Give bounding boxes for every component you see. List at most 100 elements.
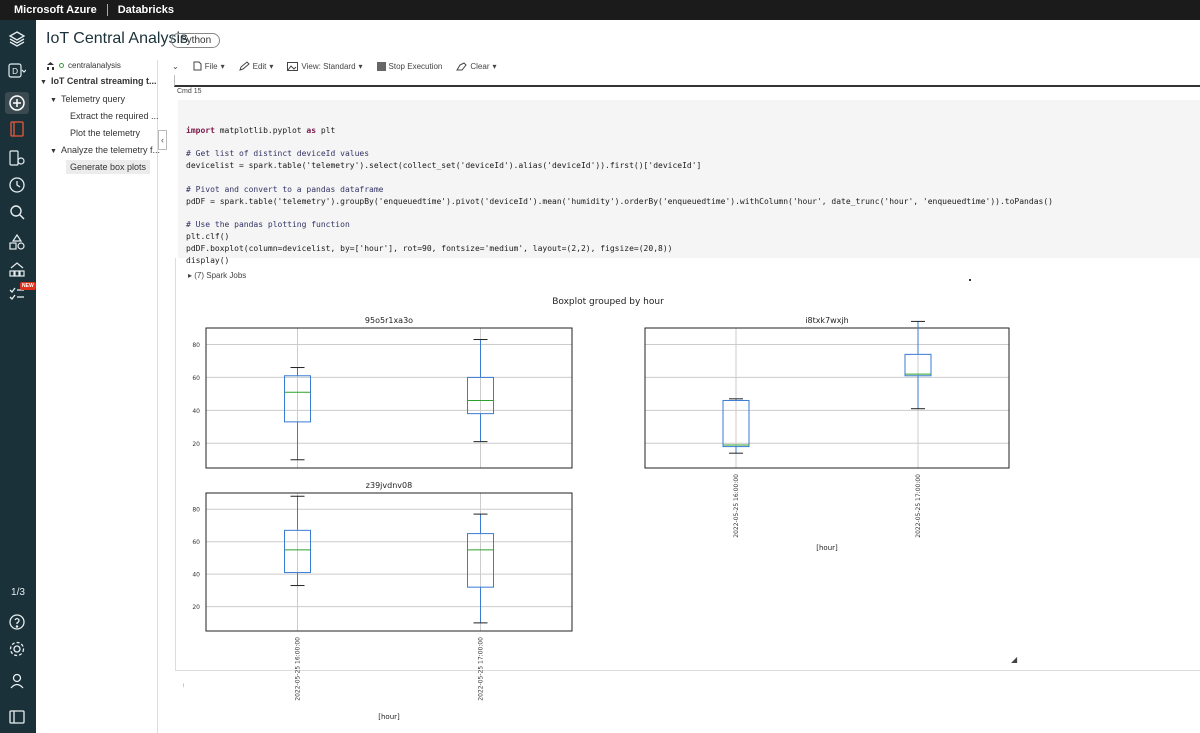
cluster-dropdown[interactable]: ⌄ <box>172 62 179 71</box>
x-tick-label: 2022-05-25 17:00:00 <box>478 637 485 701</box>
toc-item-label: Analyze the telemetry f... <box>60 145 160 155</box>
subplot-frame <box>205 327 573 469</box>
create-icon[interactable] <box>5 92 29 114</box>
subplot-title: i8txk7wxjh <box>805 316 848 325</box>
expand-arrow-icon: ▼ <box>50 97 57 104</box>
language-badge[interactable]: Python <box>171 33 221 48</box>
subplot-frame <box>644 327 1010 469</box>
new-badge: NEW <box>20 282 36 290</box>
code-comment: # Pivot and convert to a pandas datafram… <box>186 184 384 194</box>
code-line: plt.clf() <box>186 231 230 241</box>
toc-item-label: Generate box plots <box>70 162 147 172</box>
stray-dot <box>969 279 971 281</box>
notebook-toolbar: ⌄ File ▾ Edit ▾ View: Standard ▾ Stop Execu… <box>172 58 497 74</box>
product-label[interactable]: Databricks <box>118 4 174 16</box>
y-tick-label: 40 <box>192 572 200 579</box>
y-tick-label: 60 <box>192 539 200 546</box>
image-icon <box>287 61 299 71</box>
x-tick-label: 2022-05-25 16:00:00 <box>295 637 302 701</box>
stop-execution-label: Stop Execution <box>388 61 443 71</box>
settings-icon[interactable] <box>5 638 29 660</box>
x-axis-label: [hour] <box>378 713 400 721</box>
svg-text:D: D <box>12 67 18 76</box>
code-line: devicelist = spark.table('telemetry').se… <box>186 161 702 171</box>
brand-label[interactable]: Microsoft Azure <box>14 4 97 16</box>
edit-menu[interactable]: Edit ▾ <box>238 61 274 71</box>
top-bar: Microsoft Azure Databricks <box>0 0 1200 20</box>
toc-item-label: Plot the telemetry <box>70 128 141 138</box>
file-icon <box>193 61 202 71</box>
spark-jobs-toggle[interactable]: ▸ (7) Spark Jobs <box>188 271 246 280</box>
code-line: import matplotlib.pyplot as plt <box>186 125 336 135</box>
boxplot-figure: Boxplot grouped by hour 95o5r1xa3o 20 40 60… <box>192 297 1010 721</box>
code-keyword: as <box>306 125 317 135</box>
y-tick-label: 40 <box>192 408 200 415</box>
collapse-toc-handle[interactable]: ‹ <box>158 130 167 150</box>
expand-arrow-icon: ▼ <box>40 79 47 86</box>
toc-item-plot[interactable]: Plot the telemetry <box>70 128 140 138</box>
workspace-switcher-icon[interactable]: D <box>5 60 29 82</box>
clear-menu[interactable]: Clear ▾ <box>456 61 497 71</box>
x-tick-label: 2022-05-25 17:00:00 <box>915 474 922 538</box>
code-comment: # Use the pandas plotting function <box>186 220 350 230</box>
clock-icon[interactable] <box>5 174 29 196</box>
left-rail: D NEW 1/3 <box>0 20 36 733</box>
file-menu-label: File <box>204 61 218 71</box>
page-count: 1/3 <box>11 587 25 598</box>
cluster-name: centralanalysis <box>68 61 121 70</box>
search-icon[interactable] <box>5 201 29 223</box>
code-comment: # Get list of distinct deviceId values <box>186 149 370 159</box>
eraser-icon <box>456 61 468 70</box>
data-icon[interactable] <box>5 147 29 169</box>
code-line: pdDF = spark.table('telemetry').groupBy(… <box>186 196 1053 206</box>
y-tick-label: 60 <box>192 375 200 382</box>
notebook-icon[interactable] <box>5 118 29 140</box>
file-menu[interactable]: File ▾ <box>193 61 225 71</box>
toc-item-streaming[interactable]: ▼ IoT Central streaming t... <box>40 76 156 86</box>
code-keyword: import <box>186 125 215 135</box>
subplot-title: 95o5r1xa3o <box>365 316 413 325</box>
x-tick-label: 2022-05-25 16:00:00 <box>733 474 740 538</box>
code-line: display() <box>186 255 230 265</box>
chevron-down-icon: ⌄ <box>172 61 179 71</box>
stop-execution-button[interactable]: Stop Execution <box>376 61 443 71</box>
toc-item-box-plots[interactable]: Generate box plots <box>66 160 151 174</box>
y-tick-label: 80 <box>192 342 200 349</box>
chevron-left-icon: ‹ <box>161 135 164 145</box>
view-menu-label: View: Standard <box>301 61 356 71</box>
shapes-icon[interactable] <box>5 231 29 253</box>
clear-menu-label: Clear <box>470 61 490 71</box>
caret-icon: ▾ <box>269 61 274 71</box>
cell-command-label: Cmd 15 <box>177 88 202 95</box>
cluster-status-dot <box>59 63 64 68</box>
view-menu[interactable]: View: Standard ▾ <box>287 61 363 71</box>
cluster-indicator[interactable]: centralanalysis <box>46 61 121 70</box>
subplot-title: z39jvdnv08 <box>366 481 412 490</box>
edit-icon <box>238 61 250 71</box>
y-tick-label: 80 <box>192 507 200 514</box>
toc-item-extract[interactable]: Extract the required ... <box>70 111 159 121</box>
hierarchy-icon[interactable] <box>5 258 29 280</box>
chart-title: Boxplot grouped by hour <box>552 297 664 307</box>
previous-cell-edge <box>174 75 1200 87</box>
caret-icon: ▾ <box>358 61 363 71</box>
help-icon[interactable] <box>5 611 29 633</box>
toc-item-telemetry-query[interactable]: ▼ Telemetry query <box>50 94 125 104</box>
y-tick-label: 20 <box>192 441 200 448</box>
subplot-frame <box>205 492 573 632</box>
caret-icon: ▾ <box>492 61 497 71</box>
edit-menu-label: Edit <box>252 61 267 71</box>
collapse-sidebar-icon[interactable] <box>5 706 29 728</box>
layers-icon[interactable] <box>5 28 29 50</box>
topbar-divider <box>106 4 108 16</box>
user-icon[interactable] <box>5 670 29 692</box>
toc-item-analyze[interactable]: ▼ Analyze the telemetry f... <box>50 145 160 155</box>
expand-arrow-icon: ▼ <box>50 148 57 155</box>
stop-icon <box>376 61 386 71</box>
toc-item-label: IoT Central streaming t... <box>50 76 157 86</box>
table-of-contents: centralanalysis ▼ IoT Central streaming t… <box>36 60 160 733</box>
toc-item-label: Telemetry query <box>60 94 125 104</box>
spark-jobs-label: (7) Spark Jobs <box>194 271 247 280</box>
notebook-title[interactable]: IoT Central Analysis <box>46 30 188 48</box>
code-editor[interactable]: import matplotlib.pyplot as plt # Get li… <box>186 113 1053 266</box>
